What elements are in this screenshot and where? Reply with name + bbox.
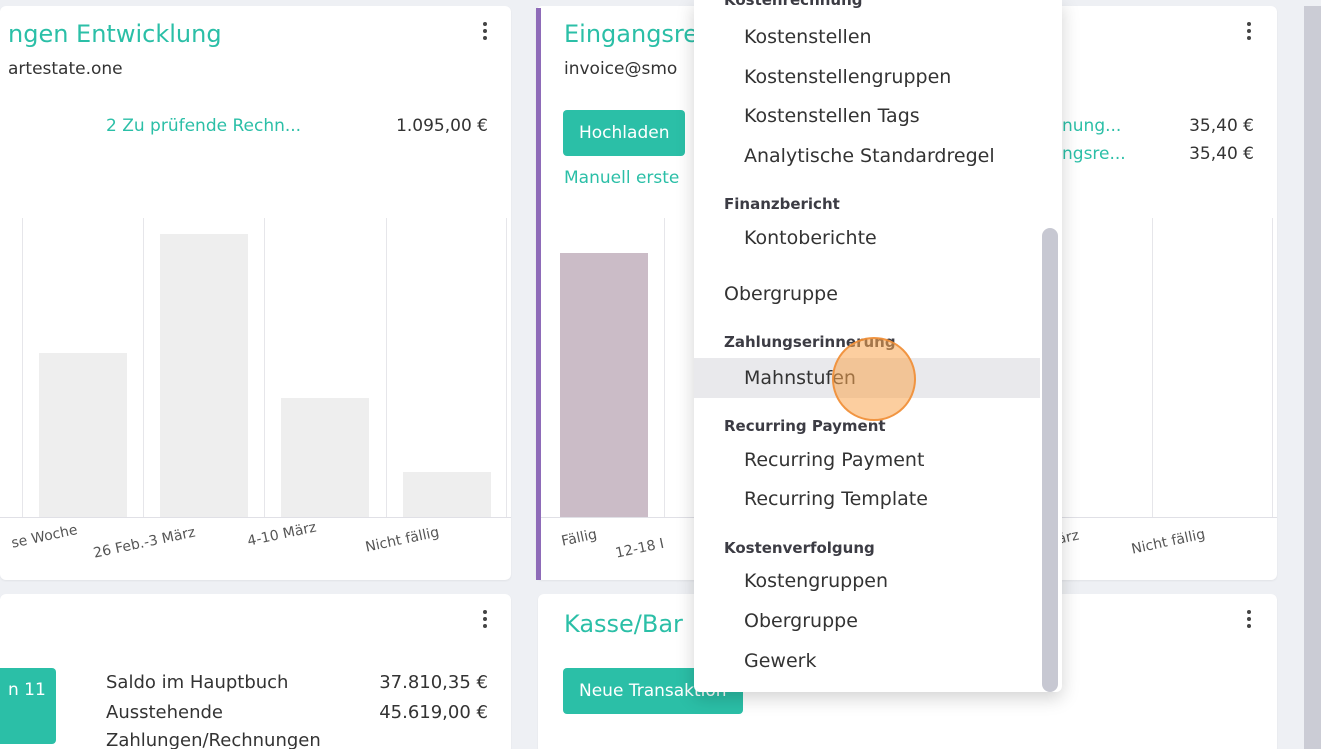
chart-gridline [1272,218,1273,518]
menu-item-kontoberichte[interactable]: Kontoberichte [694,227,1040,249]
kebab-menu-icon[interactable] [475,608,495,630]
card-email: invoice@smo [564,59,678,79]
chart-x-label: Nicht fällig [364,524,441,556]
ledger-balance-amount: 37.810,35 € [379,672,488,693]
chart-gridline [264,218,265,518]
menu-item-kostenstellen[interactable]: Kostenstellen [694,26,1040,48]
journal-card-bank: n 11 Saldo im Hauptbuch 37.810,35 € Auss… [0,594,511,749]
menu-item-kostenstellengruppen[interactable]: Kostenstellengruppen [694,66,1040,88]
chart-gridline [22,218,23,518]
menu-section-header: Kostenverfolgung [724,539,875,557]
outstanding-label-cont: Zahlungen/Rechnungen [106,730,321,749]
review-amount: 1.095,00 € [396,116,488,136]
invoice-amount: 35,40 € [1189,116,1254,136]
menu-section-header: Recurring Payment [724,417,886,435]
menu-item-analytische-standardregel[interactable]: Analytische Standardregel [694,145,1040,167]
card-title[interactable]: ngen Entwicklung [8,20,222,48]
chart-bar[interactable] [39,353,127,517]
chart-gridline [1152,218,1153,518]
reconcile-button[interactable]: n 11 [0,668,56,744]
outstanding-amount: 45.619,00 € [379,702,488,723]
card-title[interactable]: Kasse/Bar [564,610,683,638]
menu-item-obergruppe[interactable]: Obergruppe [694,610,1040,632]
menu-section-header: Finanzbericht [724,195,840,213]
card-accent-stripe [536,8,541,580]
invoice-link[interactable]: nung... [1062,116,1121,136]
configuration-dropdown-menu: Kostenrechnung Kostenstellen Kostenstell… [694,0,1062,692]
menu-section-header: Zahlungserinnerung [724,333,896,351]
chart-bar[interactable] [160,234,248,517]
kebab-menu-icon[interactable] [1239,20,1259,42]
chart-gridline [664,218,665,518]
chart-gridline [143,218,144,518]
menu-section-header: Kostenrechnung [724,0,863,9]
chart-gridline [506,218,507,518]
card-email: artestate.one [8,59,123,79]
chart-x-label: Nicht fällig [1130,526,1207,558]
menu-item-kostenstellen-tags[interactable]: Kostenstellen Tags [694,105,1040,127]
menu-item-gewerk[interactable]: Gewerk [694,650,1040,672]
chart-x-label: 26 Feb.-3 März [92,524,197,562]
chart-x-label: 12-18 I [614,535,666,562]
chart-x-label: se Woche [10,522,80,552]
chart-x-label: 4-10 März [246,519,318,550]
invoice-amount: 35,40 € [1189,144,1254,164]
invoice-link[interactable]: ngsre... [1062,144,1126,164]
manual-create-link[interactable]: Manuell erste [564,168,679,188]
review-invoices-link[interactable]: 2 Zu prüfende Rechn... [106,116,301,136]
chart-bar[interactable] [281,398,369,517]
menu-item-mahnstufen[interactable]: Mahnstufen [694,358,1040,398]
chart-bar[interactable] [560,253,648,517]
chart-x-label: Fällig [560,526,599,550]
menu-scrollbar[interactable] [1042,228,1058,692]
outstanding-label: Ausstehende [106,702,223,723]
menu-item-recurring-template[interactable]: Recurring Template [694,488,1040,510]
menu-item-recurring-payment[interactable]: Recurring Payment [694,449,1040,471]
chart-gridline [386,218,387,518]
journal-card-entwicklung: ngen Entwicklung artestate.one 2 Zu prüf… [0,6,511,580]
ledger-balance-label: Saldo im Hauptbuch [106,672,289,693]
card-title[interactable]: Eingangsre [564,20,698,48]
chart-baseline [0,517,511,518]
chart-bar[interactable] [403,472,491,517]
upload-button[interactable]: Hochladen [563,110,686,156]
kebab-menu-icon[interactable] [475,20,495,42]
menu-item-kostengruppen[interactable]: Kostengruppen [694,570,1040,592]
menu-item-obergruppe-top[interactable]: Obergruppe [694,283,1040,305]
kebab-menu-icon[interactable] [1239,608,1259,630]
page-scrollbar[interactable] [1304,6,1321,749]
